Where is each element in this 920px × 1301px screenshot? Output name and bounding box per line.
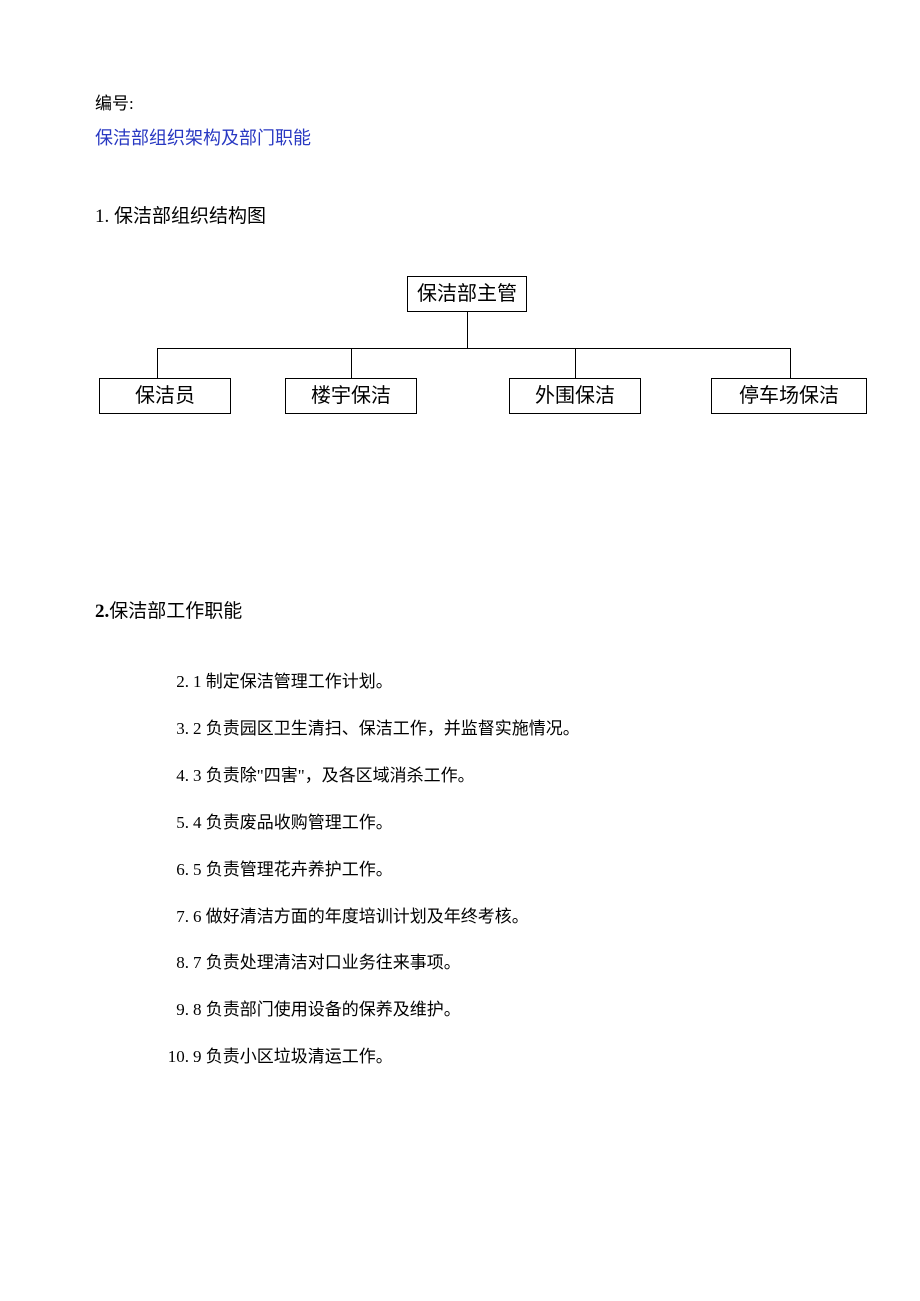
- org-line: [790, 348, 791, 378]
- org-root: 保洁部主管: [407, 276, 527, 312]
- list-item: 10. 9 负责小区垃圾清运工作。: [145, 1043, 825, 1072]
- org-child-2: 外围保洁: [509, 378, 641, 414]
- duty-list: 2. 1 制定保洁管理工作计划。 3. 2 负责园区卫生清扫、保洁工作，并监督实…: [95, 668, 825, 1072]
- list-number: 9.: [145, 996, 193, 1025]
- list-text: 2 负责园区卫生清扫、保洁工作，并监督实施情况。: [193, 715, 825, 744]
- section-2-number: 2.: [95, 601, 109, 622]
- org-line: [467, 312, 468, 348]
- list-number: 4.: [145, 762, 193, 791]
- list-text: 1 制定保洁管理工作计划。: [193, 668, 825, 697]
- doc-title-link[interactable]: 保洁部组织架构及部门职能: [95, 123, 311, 154]
- list-item: 3. 2 负责园区卫生清扫、保洁工作，并监督实施情况。: [145, 715, 825, 744]
- document-page: 编号: 保洁部组织架构及部门职能 1. 保洁部组织结构图 保洁部主管 保洁员 楼…: [0, 0, 920, 1072]
- org-child-0: 保洁员: [99, 378, 231, 414]
- list-item: 2. 1 制定保洁管理工作计划。: [145, 668, 825, 697]
- list-item: 7. 6 做好清洁方面的年度培训计划及年终考核。: [145, 903, 825, 932]
- list-number: 10.: [145, 1043, 193, 1072]
- list-number: 6.: [145, 856, 193, 885]
- list-text: 6 做好清洁方面的年度培训计划及年终考核。: [193, 903, 825, 932]
- list-item: 5. 4 负责废品收购管理工作。: [145, 809, 825, 838]
- list-number: 3.: [145, 715, 193, 744]
- list-text: 9 负责小区垃圾清运工作。: [193, 1043, 825, 1072]
- list-item: 9. 8 负责部门使用设备的保养及维护。: [145, 996, 825, 1025]
- list-number: 2.: [145, 668, 193, 697]
- doc-number-label: 编号:: [95, 90, 825, 119]
- list-number: 8.: [145, 949, 193, 978]
- list-text: 8 负责部门使用设备的保养及维护。: [193, 996, 825, 1025]
- section-1-heading: 1. 保洁部组织结构图: [95, 201, 825, 233]
- org-child-3: 停车场保洁: [711, 378, 867, 414]
- section-2-heading: 2.保洁部工作职能: [95, 596, 825, 628]
- org-line: [157, 348, 791, 349]
- org-line: [575, 348, 576, 378]
- org-line: [157, 348, 158, 378]
- list-number: 5.: [145, 809, 193, 838]
- list-item: 6. 5 负责管理花卉养护工作。: [145, 856, 825, 885]
- section-2-title: 保洁部工作职能: [109, 601, 242, 622]
- list-text: 3 负责除"四害"，及各区域消杀工作。: [193, 762, 825, 791]
- list-number: 7.: [145, 903, 193, 932]
- org-child-1: 楼宇保洁: [285, 378, 417, 414]
- list-text: 4 负责废品收购管理工作。: [193, 809, 825, 838]
- list-text: 7 负责处理清洁对口业务往来事项。: [193, 949, 825, 978]
- list-item: 4. 3 负责除"四害"，及各区域消杀工作。: [145, 762, 825, 791]
- org-line: [351, 348, 352, 378]
- list-text: 5 负责管理花卉养护工作。: [193, 856, 825, 885]
- list-item: 8. 7 负责处理清洁对口业务往来事项。: [145, 949, 825, 978]
- org-chart: 保洁部主管 保洁员 楼宇保洁 外围保洁 停车场保洁: [95, 276, 825, 446]
